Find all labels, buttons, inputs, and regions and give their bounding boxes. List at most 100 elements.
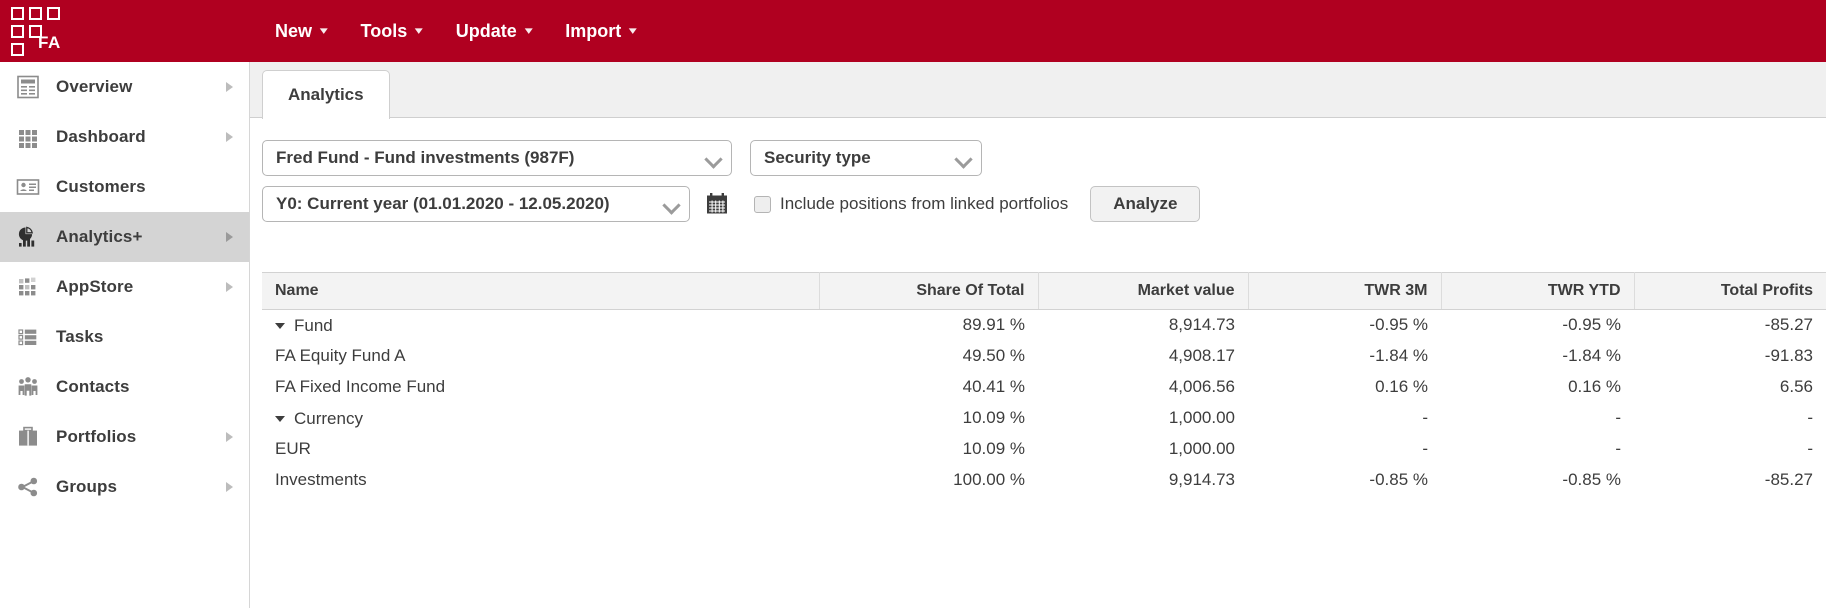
sidebar-item-contacts[interactable]: Contacts [0, 362, 249, 412]
row-name-label: Fund [294, 316, 333, 336]
cell-share-of-total: 89.91 % [962, 315, 1025, 335]
tab-analytics-label: Analytics [288, 85, 364, 104]
id-card-icon [0, 174, 56, 200]
cell-name[interactable]: Currency [262, 403, 819, 434]
table-row[interactable]: Fund 89.91 % 8,914.73 -0.95 % -0.95 % -8… [262, 310, 1826, 341]
cell-share-of-total: 40.41 % [962, 377, 1025, 396]
cell-market-value: 1,000.00 [1168, 439, 1235, 458]
cell-twr-ytd: 0.16 % [1568, 377, 1621, 396]
menu-item-new[interactable]: New ▾ [258, 0, 344, 62]
chevron-down-icon: ▾ [319, 24, 328, 37]
cell-market-value: 8,914.73 [1168, 315, 1235, 335]
period-select[interactable]: Y0: Current year (01.01.2020 - 12.05.202… [262, 186, 690, 222]
cell-twr-3m: -1.84 % [1369, 346, 1428, 365]
cell-market-value: 4,006.56 [1168, 377, 1235, 396]
chevron-right-icon [226, 282, 233, 292]
cell-twr-3m: 0.16 % [1375, 377, 1428, 396]
cell-name[interactable]: Investments [262, 465, 819, 496]
sidebar-item-customers[interactable]: Customers [0, 162, 249, 212]
cell-name[interactable]: FA Fixed Income Fund [262, 372, 819, 403]
include-linked-portfolios-checkbox[interactable]: Include positions from linked portfolios [754, 194, 1068, 214]
table-body: Fund 89.91 % 8,914.73 -0.95 % -0.95 % -8… [262, 310, 1826, 496]
cell-name[interactable]: EUR [262, 434, 819, 465]
menu-item-import[interactable]: Import ▾ [548, 0, 653, 62]
sidebar-item-dashboard[interactable]: Dashboard [0, 112, 249, 162]
document-overview-icon [0, 74, 56, 100]
chevron-right-icon [226, 82, 233, 92]
chevron-right-icon [226, 132, 233, 142]
sidebar-item-analytics-plus[interactable]: Analytics+ [0, 212, 249, 262]
cell-share-of-total: 49.50 % [962, 346, 1025, 365]
sidebar-item-dashboard-label: Dashboard [56, 127, 146, 146]
sidebar-item-overview-label: Overview [56, 77, 133, 96]
column-header-name[interactable]: Name [262, 272, 820, 310]
sidebar-item-contacts-label: Contacts [56, 377, 130, 396]
cell-total-profits: - [1807, 439, 1813, 458]
table-row[interactable]: Currency 10.09 % 1,000.00 - - - [262, 403, 1826, 434]
portfolio-select[interactable]: Fred Fund - Fund investments (987F) [262, 140, 732, 176]
cell-share-of-total: 10.09 % [962, 408, 1025, 427]
chevron-down-icon: ▾ [414, 24, 423, 37]
menu-item-import-label: Import [565, 20, 622, 41]
table-row[interactable]: FA Equity Fund A 49.50 % 4,908.17 -1.84 … [262, 341, 1826, 372]
menu-item-update[interactable]: Update ▾ [439, 0, 549, 62]
cell-name[interactable]: Fund [262, 310, 819, 341]
checklist-icon [0, 324, 56, 350]
sidebar-item-portfolios[interactable]: Portfolios [0, 412, 249, 462]
cell-twr-ytd: -0.95 % [1562, 315, 1621, 335]
top-navigation-bar: FA New ▾ Tools ▾ Update ▾ Import ▾ [0, 0, 1826, 62]
cell-share-of-total: 10.09 % [962, 439, 1025, 458]
sidebar-item-groups-label: Groups [56, 477, 118, 496]
grouping-select[interactable]: Security type [750, 140, 982, 176]
portfolio-select-value: Fred Fund - Fund investments (987F) [276, 148, 575, 167]
cell-twr-3m: -0.85 % [1369, 470, 1428, 489]
cell-twr-3m: -0.95 % [1369, 315, 1428, 335]
expand-collapse-triangle-icon[interactable] [275, 416, 285, 422]
period-select-value: Y0: Current year (01.01.2020 - 12.05.202… [276, 194, 610, 213]
sidebar-item-appstore[interactable]: AppStore [0, 262, 249, 312]
column-header-share-of-total[interactable]: Share Of Total [819, 272, 1039, 310]
sidebar-item-overview[interactable]: Overview [0, 62, 249, 112]
top-menu: New ▾ Tools ▾ Update ▾ Import ▾ [258, 0, 653, 62]
checkbox-box[interactable] [754, 195, 771, 213]
expand-collapse-triangle-icon[interactable] [275, 323, 285, 330]
column-header-market-value[interactable]: Market value [1038, 272, 1249, 310]
sidebar-item-customers-label: Customers [56, 177, 146, 196]
chevron-down-icon: ▾ [629, 24, 638, 37]
column-header-twr-ytd[interactable]: TWR YTD [1441, 272, 1635, 310]
chevron-down-icon [663, 196, 679, 212]
analytics-table-container: Name Share Of Total Market value TWR 3M … [262, 272, 1826, 496]
column-header-twr-3m[interactable]: TWR 3M [1248, 272, 1442, 310]
calendar-icon[interactable] [704, 191, 730, 217]
sidebar-item-tasks-label: Tasks [56, 327, 104, 346]
menu-item-new-label: New [275, 20, 313, 41]
table-row-total[interactable]: Investments 100.00 % 9,914.73 -0.85 % -0… [262, 465, 1826, 496]
briefcase-icon [0, 424, 56, 450]
chevron-right-icon [226, 232, 233, 242]
analyze-button[interactable]: Analyze [1090, 186, 1201, 222]
chevron-down-icon: ▾ [524, 24, 533, 37]
app-grid-icon [0, 274, 56, 300]
analytics-table: Name Share Of Total Market value TWR 3M … [262, 272, 1826, 496]
table-row[interactable]: EUR 10.09 % 1,000.00 - - - [262, 434, 1826, 465]
app-logo[interactable]: FA [0, 0, 250, 62]
chevron-down-icon [955, 150, 971, 166]
cell-total-profits: -85.27 [1764, 470, 1813, 489]
filter-toolbar: Fred Fund - Fund investments (987F) Secu… [250, 118, 1826, 233]
tab-analytics[interactable]: Analytics [262, 70, 390, 119]
include-linked-portfolios-label: Include positions from linked portfolios [780, 194, 1069, 213]
cell-total-profits: -85.27 [1764, 315, 1813, 335]
table-row[interactable]: FA Fixed Income Fund 40.41 % 4,006.56 0.… [262, 372, 1826, 403]
sidebar-item-tasks[interactable]: Tasks [0, 312, 249, 362]
sidebar-navigation: Overview Dashboard Customers Analytics+ … [0, 62, 250, 608]
column-header-total-profits[interactable]: Total Profits [1634, 272, 1826, 310]
sidebar-item-groups[interactable]: Groups [0, 462, 249, 512]
menu-item-tools[interactable]: Tools ▾ [344, 0, 439, 62]
cell-market-value: 9,914.73 [1168, 470, 1235, 489]
people-group-icon [0, 374, 56, 400]
cell-twr-3m: - [1422, 408, 1428, 427]
cell-name[interactable]: FA Equity Fund A [262, 341, 819, 372]
sidebar-item-analytics-plus-label: Analytics+ [56, 227, 143, 246]
cell-twr-ytd: -0.85 % [1562, 470, 1621, 489]
share-nodes-icon [0, 474, 56, 500]
